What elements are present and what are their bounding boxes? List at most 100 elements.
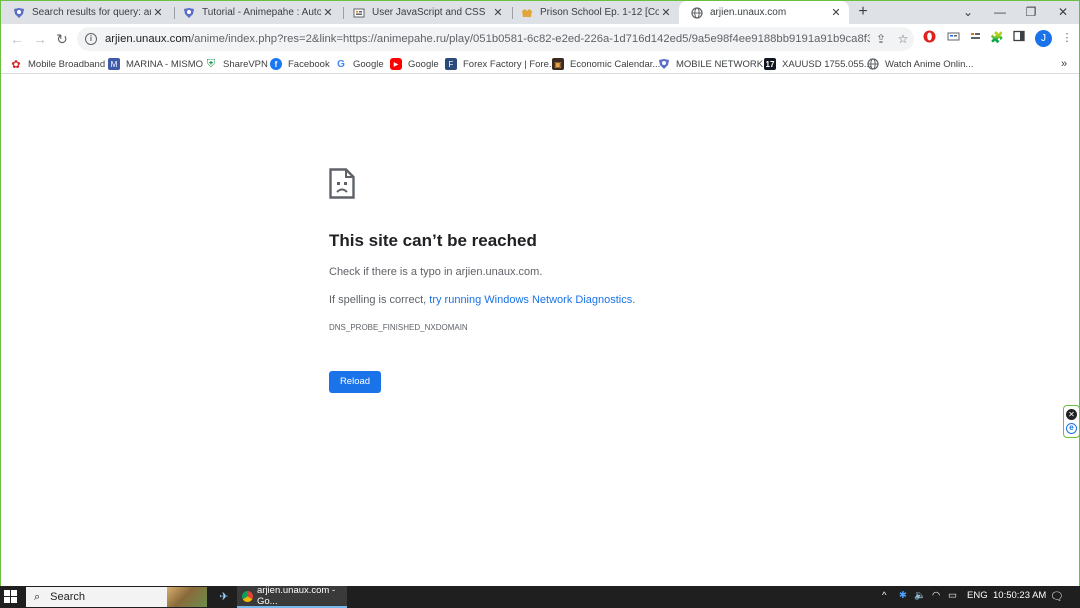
volume-icon[interactable]: 🔈: [914, 590, 926, 601]
close-icon[interactable]: ✕: [321, 6, 335, 19]
chrome-icon: [242, 590, 253, 602]
side-panel-icon[interactable]: [1011, 30, 1027, 46]
bookmark-mobile-broadband[interactable]: ✿ Mobile Broadband: [10, 56, 105, 72]
tab-prison-school[interactable]: Prison School Ep. 1-12 [Complete ✕: [509, 1, 679, 24]
youtube-icon: ▶: [390, 58, 402, 70]
tab-title: Prison School Ep. 1-12 [Complete: [540, 7, 659, 18]
ujs-extension-icon[interactable]: [967, 30, 983, 46]
forward-arrow-icon[interactable]: →: [31, 30, 49, 48]
bookmark-label: Economic Calendar...: [570, 58, 661, 70]
tampermonkey-icon: [183, 7, 195, 19]
close-icon[interactable]: ✕: [829, 6, 843, 19]
tab-strip: Search results for query: automat ✕ Tuto…: [1, 1, 1079, 24]
google-icon: G: [337, 58, 345, 70]
url-text[interactable]: arjien.unaux.com/anime/index.php?res=2&l…: [105, 33, 870, 45]
bookmark-label: Google: [353, 58, 384, 70]
notifications-icon[interactable]: 🗨: [1050, 590, 1064, 603]
close-icon[interactable]: ✕: [151, 6, 165, 19]
bookmark-label: Google: [408, 58, 439, 70]
bookmark-google[interactable]: G Google: [335, 56, 384, 72]
new-tab-button[interactable]: +: [853, 2, 873, 22]
windows-taskbar: ⌕ Search ✈ arjien.unaux.com - Go... ^ ✱ …: [0, 585, 1080, 608]
battery-icon[interactable]: ▭: [948, 590, 957, 601]
extension-icon[interactable]: [945, 30, 961, 46]
reload-button[interactable]: Reload: [329, 371, 381, 393]
restore-icon[interactable]: ❐: [1016, 3, 1046, 21]
bookmark-star-icon[interactable]: ☆: [895, 31, 911, 47]
close-window-icon[interactable]: ✕: [1048, 3, 1078, 21]
puzzle-extensions-icon[interactable]: 🧩: [989, 30, 1005, 46]
address-bar[interactable]: i arjien.unaux.com/anime/index.php?res=2…: [77, 27, 914, 51]
bookmark-youtube[interactable]: ▶ Google: [390, 56, 439, 72]
tray-chevron-icon[interactable]: ^: [882, 590, 886, 601]
clock[interactable]: 10:50:23 AM: [993, 590, 1046, 601]
bluetooth-icon[interactable]: ✱: [899, 590, 907, 601]
tab-title: User JavaScript and CSS: [372, 7, 486, 18]
bookmark-marina[interactable]: M MARINA - MISMO: [108, 56, 203, 72]
search-highlight-image: [167, 587, 207, 607]
pinned-app-icon[interactable]: ✈: [217, 590, 231, 604]
bookmark-forex-factory[interactable]: F Forex Factory | Fore...: [445, 56, 557, 72]
windows-start-icon[interactable]: [4, 590, 18, 604]
close-circle-icon[interactable]: ✕: [1066, 409, 1077, 420]
facebook-icon: f: [270, 58, 282, 70]
tab-tutorial[interactable]: Tutorial - Animepahe : Automatic ✕: [171, 1, 341, 24]
url-path: /anime/index.php?res=2&link=https://anim…: [191, 33, 870, 45]
error-typo-text: Check if there is a typo in arjien.unaux…: [329, 266, 543, 278]
info-icon[interactable]: i: [85, 33, 97, 45]
marina-icon: M: [108, 58, 120, 70]
taskbar-search-label: Search: [50, 591, 86, 603]
error-code: DNS_PROBE_FINISHED_NXDOMAIN: [329, 323, 468, 332]
sad-page-icon: [329, 168, 355, 199]
bookmark-sharevpn[interactable]: ⛨ ShareVPN: [205, 56, 268, 72]
bookmark-label: Watch Anime Onlin...: [885, 58, 974, 70]
menu-kebab-icon[interactable]: ⋮: [1059, 30, 1075, 46]
bookmark-label: MOBILE NETWORK...: [676, 58, 772, 70]
bookmark-economic-calendar[interactable]: ▣ Economic Calendar...: [552, 56, 660, 72]
close-icon[interactable]: ✕: [659, 6, 673, 19]
error-heading: This site can’t be reached: [329, 231, 537, 250]
minimize-icon[interactable]: —: [985, 3, 1015, 21]
bookmark-label: Facebook: [288, 58, 330, 70]
url-host: arjien.unaux.com: [105, 33, 192, 45]
back-arrow-icon[interactable]: ←: [8, 30, 26, 48]
tab-user-javascript[interactable]: User JavaScript and CSS ✕: [341, 1, 511, 24]
bookmark-label: Mobile Broadband: [28, 58, 106, 70]
bookmark-facebook[interactable]: f Facebook: [270, 56, 330, 72]
bookmarks-overflow-icon[interactable]: »: [1061, 56, 1067, 72]
tampermonkey-icon: [658, 58, 670, 70]
bookmark-label: ShareVPN: [223, 58, 268, 70]
language-indicator[interactable]: ENG: [967, 590, 988, 601]
ujs-icon: [353, 7, 365, 19]
network-diagnostics-link[interactable]: try running Windows Network Diagnostics: [429, 294, 632, 306]
calendar-icon: ▣: [552, 58, 564, 70]
bookmark-label: Forex Factory | Fore...: [463, 58, 557, 70]
globe-icon: [867, 58, 879, 70]
share-icon[interactable]: ⇪: [873, 31, 889, 47]
bookmark-xauusd[interactable]: 17 XAUUSD 1755.055...: [764, 56, 872, 72]
huawei-icon: ✿: [11, 58, 21, 71]
bookmark-mobile-network[interactable]: MOBILE NETWORK...: [658, 56, 771, 72]
page-content: This site can’t be reached Check if ther…: [1, 75, 1080, 586]
bookmark-watch-anime[interactable]: Watch Anime Onlin...: [867, 56, 973, 72]
reload-icon[interactable]: ↻: [53, 30, 71, 48]
tab-search-chevron-icon[interactable]: ⌄: [953, 3, 983, 21]
anime-icon: [521, 7, 533, 19]
search-icon: ⌕: [34, 590, 41, 603]
edge-extension-icon[interactable]: e: [1066, 423, 1077, 434]
bookmark-label: XAUUSD 1755.055...: [782, 58, 872, 70]
tradingview-icon: 17: [764, 58, 776, 70]
taskbar-search-box[interactable]: ⌕ Search: [26, 587, 207, 607]
close-icon[interactable]: ✕: [491, 6, 505, 19]
tab-arjien-active[interactable]: arjien.unaux.com ✕: [679, 1, 849, 24]
profile-avatar[interactable]: J: [1035, 30, 1052, 47]
opera-extension-icon[interactable]: [921, 30, 937, 46]
error-suggestion: If spelling is correct, try running Wind…: [329, 294, 635, 306]
suggestion-suffix: .: [632, 294, 636, 306]
browser-toolbar: ← → ↻ i arjien.unaux.com/anime/index.php…: [1, 24, 1079, 54]
tampermonkey-icon: [13, 7, 25, 19]
tab-search-results[interactable]: Search results for query: automat ✕: [1, 1, 171, 24]
globe-icon: [691, 6, 703, 19]
taskbar-chrome-app[interactable]: arjien.unaux.com - Go...: [237, 585, 347, 608]
wifi-icon[interactable]: ◠: [932, 590, 940, 601]
